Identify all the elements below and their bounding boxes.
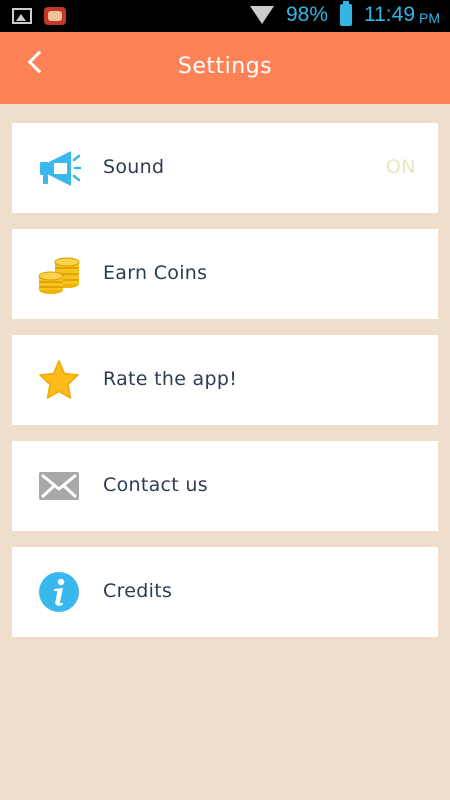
settings-item-label: Contact us [103, 474, 208, 496]
app-header: Settings [0, 32, 450, 104]
page-title: Settings [177, 54, 273, 79]
status-bar: 98% 11:49 PM [0, 0, 450, 32]
settings-item-credits[interactable]: Credits [12, 547, 438, 637]
settings-item-label: Earn Coins [103, 262, 208, 284]
settings-item-label: Credits [103, 580, 173, 602]
sound-toggle-value[interactable]: ON [386, 156, 416, 178]
image-notification-icon [12, 8, 32, 24]
battery-percent: 98% [285, 3, 328, 26]
settings-list: Sound ON Earn Coins Rate the app! Contac… [12, 123, 438, 653]
settings-item-label: Sound [103, 156, 165, 178]
envelope-icon [37, 464, 81, 508]
wifi-icon [249, 6, 274, 24]
settings-item-earn-coins[interactable]: Earn Coins [12, 229, 438, 319]
clock-ampm: PM [419, 9, 440, 26]
app-notification-icon [44, 7, 66, 25]
battery-icon [340, 1, 352, 26]
info-icon [37, 570, 81, 614]
clock-time: 11:49 [364, 3, 415, 26]
coins-icon [37, 252, 81, 296]
notification-icons [12, 7, 66, 25]
megaphone-icon [37, 146, 81, 190]
status-indicators: 98% 11:49 PM [249, 1, 440, 27]
settings-item-contact-us[interactable]: Contact us [12, 441, 438, 531]
settings-item-label: Rate the app! [103, 368, 238, 390]
star-icon [37, 358, 81, 402]
settings-item-sound[interactable]: Sound ON [12, 123, 438, 213]
settings-item-rate-app[interactable]: Rate the app! [12, 335, 438, 425]
